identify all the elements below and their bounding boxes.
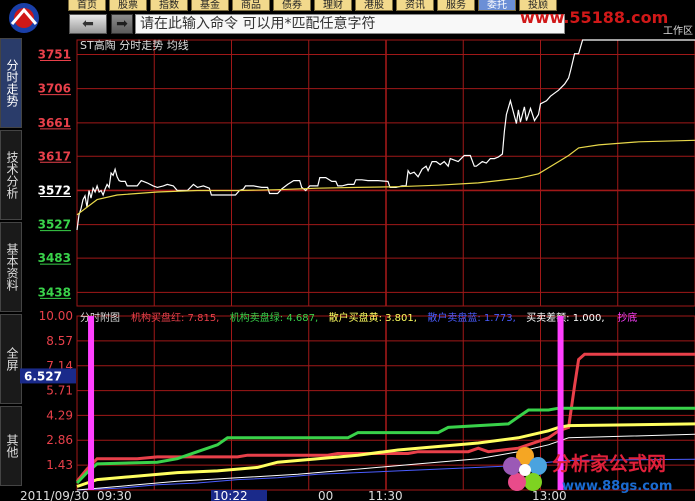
indicator-y-tick: 8.57 xyxy=(46,334,73,348)
brand-watermark-logo: 分析家公式网 www.88gs.com xyxy=(503,447,672,494)
time-axis-date: 2011/09/30 xyxy=(20,489,89,501)
price-y-tick: 3617 xyxy=(38,149,71,163)
price-y-tick: 3572 xyxy=(38,183,71,197)
price-y-tick: 3706 xyxy=(38,82,71,96)
price-y-tick: 3661 xyxy=(38,116,71,130)
indicator-legend-2: 散户买盘黄: 3.801, xyxy=(329,311,417,324)
indicator-spike-0 xyxy=(88,316,95,490)
indicator-legend-3: 散户卖盘蓝: 1.773, xyxy=(427,311,515,324)
indicator-y-tick: 2.86 xyxy=(46,433,73,447)
time-axis-label: 00 xyxy=(318,489,333,501)
indicator-legend-1: 机构卖盘绿: 4.687, xyxy=(230,311,318,324)
intraday-chart[interactable]: 3751 3706 3661 3617 3572 3527 3483 3438 ST高陶 分时走… xyxy=(0,0,695,501)
indicator-y-tick: 5.71 xyxy=(46,384,73,398)
brand-url: www.88gs.com xyxy=(562,479,672,494)
indicator-legend-4: 买卖差额: 1.000, xyxy=(526,311,604,324)
price-panel-title: ST高陶 分时走势 均线 xyxy=(80,38,189,52)
price-y-tick: 3483 xyxy=(38,251,71,265)
indicator-current-value: 6.527 xyxy=(24,369,62,383)
time-axis-label: 11:30 xyxy=(368,489,403,501)
price-y-tick: 3527 xyxy=(38,218,71,232)
price-y-tick: 3751 xyxy=(38,47,71,61)
indicator-y-tick: 4.29 xyxy=(46,408,73,422)
indicator-legend-0: 机构买盘红: 7.815, xyxy=(131,311,219,324)
indicator-legend-5: 抄底 xyxy=(617,311,637,324)
indicator-y-tick: 1.43 xyxy=(46,458,73,472)
time-axis-label: 10:22 xyxy=(213,489,248,501)
brand-name: 分析家公式网 xyxy=(552,452,666,475)
price-y-tick: 3438 xyxy=(38,285,71,299)
time-axis-label: 09:30 xyxy=(97,489,132,501)
indicator-panel-title: 分时附图 xyxy=(80,311,120,324)
indicator-y-tick: 10.00 xyxy=(39,309,73,323)
